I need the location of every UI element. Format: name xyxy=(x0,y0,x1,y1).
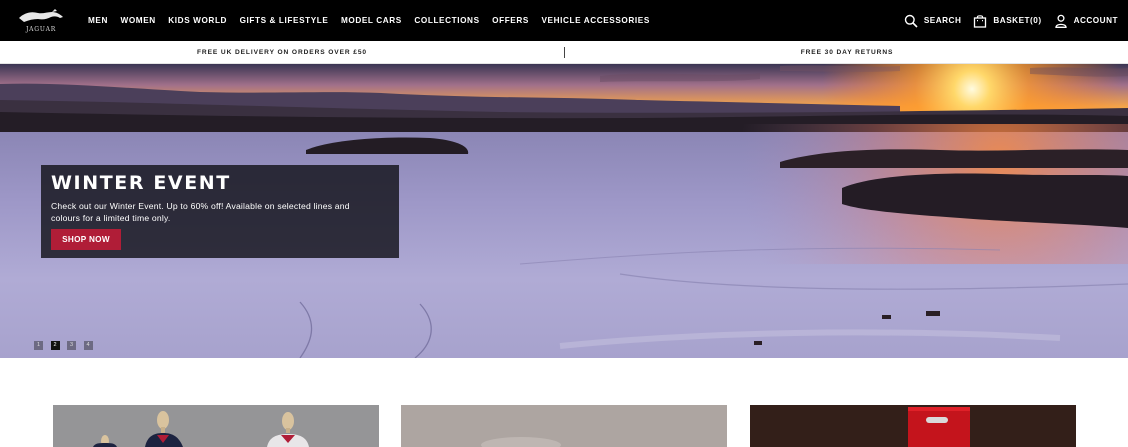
nav-offers[interactable]: OFFERS xyxy=(492,16,529,25)
stone-surface-image xyxy=(401,405,727,447)
hero-description: Check out our Winter Event. Up to 60% of… xyxy=(51,201,350,223)
mannequin-jackets-image xyxy=(53,405,379,447)
category-tile-model-cars[interactable] xyxy=(750,405,1076,447)
nav-women[interactable]: WOMEN xyxy=(121,16,156,25)
promo-returns: FREE 30 DAY RETURNS xyxy=(800,49,894,56)
basket-label: BASKET(0) xyxy=(993,16,1042,25)
nav-vehicle-accessories[interactable]: VEHICLE ACCESSORIES xyxy=(541,16,649,25)
account-label: ACCOUNT xyxy=(1073,16,1118,25)
search-label: SEARCH xyxy=(923,16,962,25)
basket-button[interactable]: BASKET(0) xyxy=(973,14,1041,28)
account-button[interactable]: ACCOUNT xyxy=(1054,14,1118,28)
hero-banner: WINTER EVENT Check out our Winter Event.… xyxy=(0,64,1128,358)
logo-wordmark: JAGUAR xyxy=(25,26,56,33)
carousel-pagination: 1 2 3 4 xyxy=(34,341,100,350)
hero-promo-card: WINTER EVENT Check out our Winter Event.… xyxy=(41,165,399,258)
user-icon xyxy=(1054,14,1068,28)
main-menu: MEN WOMEN KIDS WORLD GIFTS & LIFESTYLE M… xyxy=(88,0,662,41)
nav-kids-world[interactable]: KIDS WORLD xyxy=(168,16,227,25)
hero-title: WINTER EVENT xyxy=(51,172,231,194)
nav-collections[interactable]: COLLECTIONS xyxy=(414,16,479,25)
carousel-dot-1[interactable]: 1 xyxy=(34,341,43,350)
nav-men[interactable]: MEN xyxy=(88,16,108,25)
basket-bag-icon xyxy=(973,14,987,28)
red-gift-box-image xyxy=(750,405,1076,447)
jaguar-logo[interactable]: JAGUAR xyxy=(16,6,66,34)
promo-strip: FREE UK DELIVERY ON ORDERS OVER £50 FREE… xyxy=(0,41,1128,64)
search-button[interactable]: SEARCH xyxy=(904,14,962,28)
promo-delivery: FREE UK DELIVERY ON ORDERS OVER £50 xyxy=(196,49,367,56)
carousel-dot-3[interactable]: 3 xyxy=(67,341,76,350)
carousel-dot-4[interactable]: 4 xyxy=(83,341,93,350)
category-tile-apparel[interactable] xyxy=(53,405,379,447)
category-tile-accessories[interactable] xyxy=(401,405,727,447)
top-navigation-bar: JAGUAR MEN WOMEN KIDS WORLD GIFTS & LIFE… xyxy=(0,0,1128,41)
nav-gifts-lifestyle[interactable]: GIFTS & LIFESTYLE xyxy=(240,16,329,25)
search-icon xyxy=(904,14,918,28)
utility-links: SEARCH BASKET(0) ACCOUNT xyxy=(892,0,1118,41)
nav-model-cars[interactable]: MODEL CARS xyxy=(341,16,402,25)
shop-now-button[interactable]: SHOP NOW xyxy=(51,229,121,250)
leaper-icon: JAGUAR xyxy=(19,9,63,33)
promo-divider xyxy=(564,47,565,58)
carousel-dot-2[interactable]: 2 xyxy=(50,341,60,350)
